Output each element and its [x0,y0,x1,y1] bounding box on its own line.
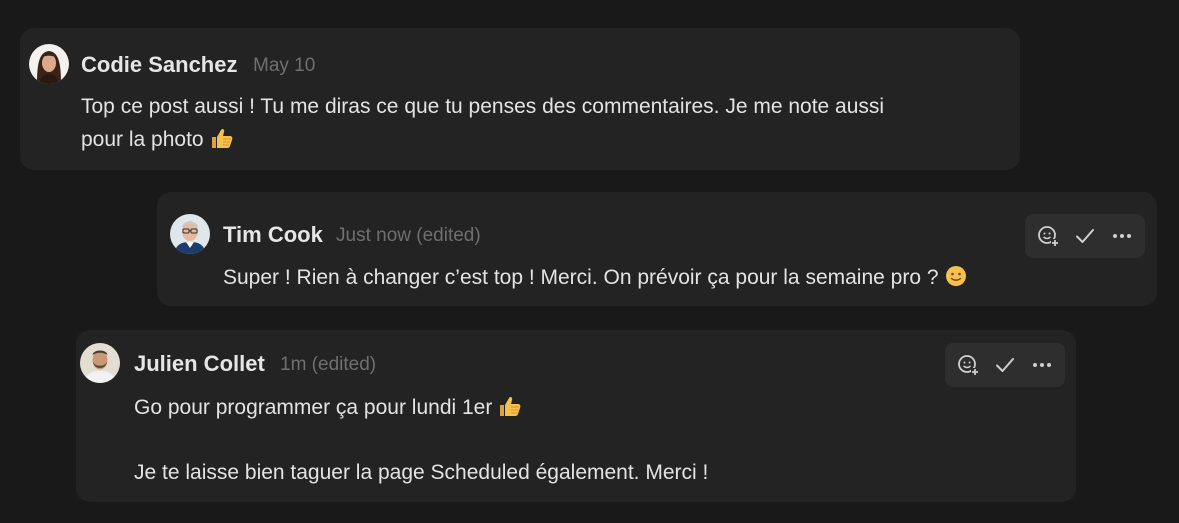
comment-actions-bar [1025,214,1145,258]
avatar-codie[interactable] [29,44,69,84]
more-options-icon[interactable] [1105,219,1139,253]
comment-text-line-with-emoji: Go pour programmer ça pour lundi 1er [134,392,522,427]
comment-timestamp: Just now (edited) [336,225,481,246]
comment-actions-bar [945,343,1065,387]
slight-smile-emoji-icon [945,265,967,297]
thumbs-up-emoji-icon [498,395,522,427]
comment-text-line-with-emoji: pour la photo [81,124,234,159]
comment-text-line: Je te laisse bien taguer la page Schedul… [134,461,709,484]
author-name[interactable]: Codie Sanchez [81,52,237,78]
more-options-icon[interactable] [1025,348,1059,382]
comment-timestamp: 1m (edited) [280,354,377,375]
resolve-check-icon[interactable] [1068,219,1102,253]
author-name[interactable]: Julien Collet [134,351,265,377]
author-name[interactable]: Tim Cook [223,222,323,248]
avatar-julien[interactable] [80,343,120,383]
thumbs-up-emoji-icon [210,127,234,159]
comment-text-line: Top ce post aussi ! Tu me diras ce que t… [81,95,885,118]
comment-text-line: Super ! Rien à changer c’est top ! Merci… [223,266,939,289]
avatar-tim[interactable] [170,214,210,254]
comment-text-line-with-emoji: Super ! Rien à changer c’est top ! Merci… [223,262,967,297]
comment-text-line: Go pour programmer ça pour lundi 1er [134,396,493,419]
resolve-check-icon[interactable] [988,348,1022,382]
comment-timestamp: May 10 [253,55,316,76]
comment-text-line: pour la photo [81,128,204,151]
add-reaction-icon[interactable] [1031,219,1065,253]
add-reaction-icon[interactable] [951,348,985,382]
